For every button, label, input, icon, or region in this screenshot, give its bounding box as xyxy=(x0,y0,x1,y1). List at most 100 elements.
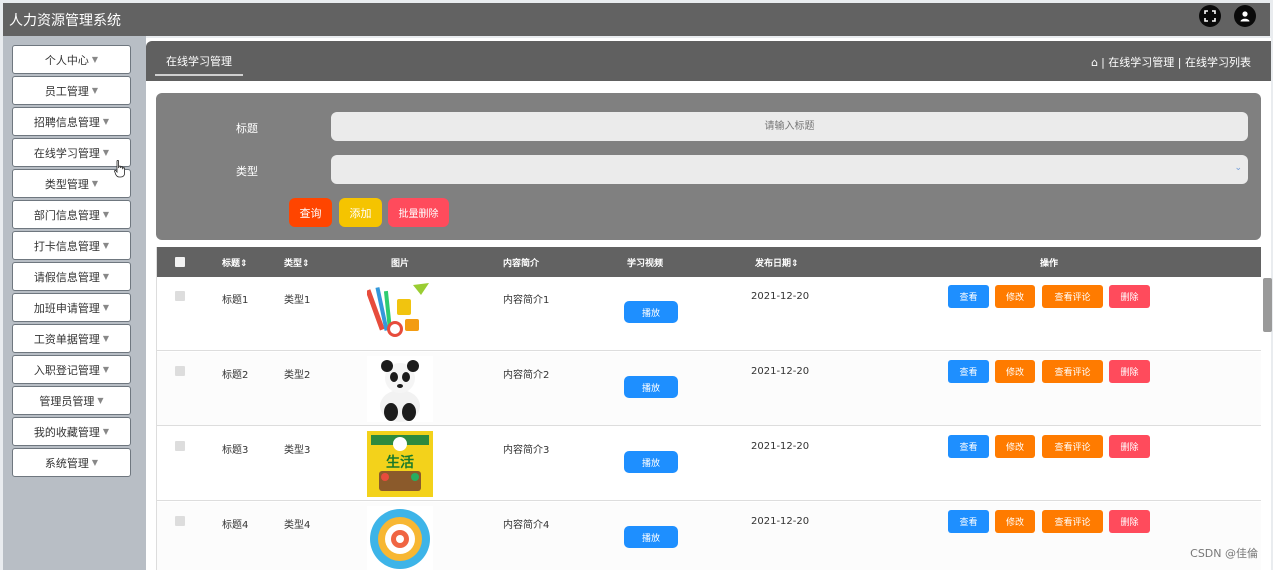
header-type[interactable]: 类型⇕ xyxy=(284,256,310,269)
view-comments-button[interactable]: 查看评论 xyxy=(1042,285,1103,308)
edit-button[interactable]: 修改 xyxy=(995,435,1035,458)
caret-down-icon: ▼ xyxy=(102,365,110,374)
row-checkbox[interactable] xyxy=(175,291,185,301)
cell-title: 标题1 xyxy=(222,295,249,306)
hand-cursor-icon xyxy=(114,160,125,178)
delete-button[interactable]: 删除 xyxy=(1109,360,1150,383)
play-button[interactable]: 播放 xyxy=(624,376,678,398)
view-button[interactable]: 查看 xyxy=(948,360,989,383)
sidebar-item-label: 部门信息管理 xyxy=(33,208,100,222)
view-comments-button[interactable]: 查看评论 xyxy=(1042,360,1103,383)
sidebar-item-departments[interactable]: 部门信息管理 ▼ xyxy=(12,200,131,229)
play-button[interactable]: 播放 xyxy=(624,301,678,323)
sidebar-item-recruitment[interactable]: 招聘信息管理 ▼ xyxy=(12,107,131,136)
add-button[interactable]: 添加 xyxy=(339,198,382,227)
sidebar-item-label: 员工管理 xyxy=(44,84,89,98)
cell-type: 类型3 xyxy=(284,445,311,456)
delete-button[interactable]: 删除 xyxy=(1109,435,1150,458)
type-label: 类型 xyxy=(236,165,258,178)
type-select[interactable]: ⌄ xyxy=(331,155,1248,184)
caret-down-icon: ▼ xyxy=(102,272,110,281)
sidebar-item-label: 管理员管理 xyxy=(39,394,95,408)
play-button[interactable]: 播放 xyxy=(624,526,678,548)
caret-down-icon: ▼ xyxy=(102,148,110,157)
main-content: 在线学习管理 ⌂ | 在线学习管理 | 在线学习列表 标题 类型 ⌄ 查询 添加… xyxy=(146,38,1271,570)
top-bar: 人力资源管理系统 xyxy=(3,3,1270,36)
panda-image xyxy=(367,356,433,422)
sidebar-item-personal-center[interactable]: 个人中心 ▼ xyxy=(12,45,131,74)
life-book-image: 生活 xyxy=(367,431,433,497)
cell-title: 标题2 xyxy=(222,370,249,381)
sidebar-item-employees[interactable]: 员工管理 ▼ xyxy=(12,76,131,105)
delete-button[interactable]: 删除 xyxy=(1109,510,1150,533)
view-button[interactable]: 查看 xyxy=(948,285,989,308)
app-window: 人力资源管理系统 个人中心 ▼ 员工管理 ▼ 招聘信息管理 ▼ 在线学习管理 ▼ 类型管… xyxy=(0,0,1273,570)
caret-down-icon: ▼ xyxy=(102,210,110,219)
sidebar-item-label: 系统管理 xyxy=(44,456,89,470)
delete-button[interactable]: 删除 xyxy=(1109,285,1150,308)
title-label: 标题 xyxy=(236,122,258,135)
sidebar-item-overtime[interactable]: 加班申请管理 ▼ xyxy=(12,293,131,322)
title-search-input[interactable] xyxy=(331,112,1248,141)
cell-summary: 内容简介2 xyxy=(503,370,550,381)
view-button[interactable]: 查看 xyxy=(948,435,989,458)
caret-down-icon: ▼ xyxy=(102,241,110,250)
header-date[interactable]: 发布日期⇕ xyxy=(755,256,799,269)
cell-type: 类型1 xyxy=(284,295,311,306)
caret-down-icon: ▼ xyxy=(102,334,110,343)
edit-button[interactable]: 修改 xyxy=(995,510,1035,533)
edit-button[interactable]: 修改 xyxy=(995,360,1035,383)
home-icon[interactable]: ⌂ xyxy=(1091,56,1098,69)
view-button[interactable]: 查看 xyxy=(948,510,989,533)
cell-date: 2021-12-20 xyxy=(751,366,810,377)
sidebar-item-leave[interactable]: 请假信息管理 ▼ xyxy=(12,262,131,291)
stationery-image xyxy=(367,281,433,347)
app-title: 人力资源管理系统 xyxy=(9,12,121,29)
sidebar-item-label: 请假信息管理 xyxy=(33,270,100,284)
query-button[interactable]: 查询 xyxy=(289,198,332,227)
sidebar-item-system[interactable]: 系统管理 ▼ xyxy=(12,448,131,477)
table-header: 标题⇕ 类型⇕ 图片 内容简介 学习视频 发布日期⇕ 操作 xyxy=(157,247,1261,277)
header-title[interactable]: 标题⇕ xyxy=(222,256,248,269)
cell-summary: 内容简介3 xyxy=(503,445,550,456)
sidebar-item-payroll[interactable]: 工资单据管理 ▼ xyxy=(12,324,131,353)
circle-chart-image xyxy=(367,506,433,570)
tab-online-learning[interactable]: 在线学习管理 xyxy=(155,48,243,76)
user-icon[interactable] xyxy=(1234,5,1256,27)
cell-summary: 内容简介4 xyxy=(503,520,550,531)
caret-down-icon: ▼ xyxy=(102,427,110,436)
sidebar-item-admins[interactable]: 管理员管理 ▼ xyxy=(12,386,131,415)
caret-down-icon: ▼ xyxy=(91,55,99,64)
cell-title: 标题3 xyxy=(222,445,249,456)
fullscreen-icon[interactable] xyxy=(1199,5,1221,27)
caret-down-icon: ▼ xyxy=(102,117,110,126)
sidebar-item-favorites[interactable]: 我的收藏管理 ▼ xyxy=(12,417,131,446)
sidebar-item-onboarding[interactable]: 入职登记管理 ▼ xyxy=(12,355,131,384)
select-all-checkbox[interactable] xyxy=(175,257,185,267)
sidebar-item-attendance[interactable]: 打卡信息管理 ▼ xyxy=(12,231,131,260)
sidebar: 个人中心 ▼ 员工管理 ▼ 招聘信息管理 ▼ 在线学习管理 ▼ 类型管理 ▼ 部门信息管理… xyxy=(3,36,146,570)
view-comments-button[interactable]: 查看评论 xyxy=(1042,510,1103,533)
row-checkbox[interactable] xyxy=(175,366,185,376)
view-comments-button[interactable]: 查看评论 xyxy=(1042,435,1103,458)
batch-delete-button[interactable]: 批量删除 xyxy=(388,198,449,227)
life-book-text: 生活 xyxy=(386,454,414,471)
edit-button[interactable]: 修改 xyxy=(995,285,1035,308)
row-checkbox[interactable] xyxy=(175,516,185,526)
vertical-scrollbar[interactable] xyxy=(1263,278,1272,332)
caret-down-icon: ▼ xyxy=(91,458,99,467)
cell-type: 类型2 xyxy=(284,370,311,381)
table-row: 标题1 类型1 内容简介1 播放 2021-12-20 查看 修改 查看评论 删… xyxy=(157,277,1261,351)
top-icons xyxy=(1199,5,1256,27)
row-checkbox[interactable] xyxy=(175,441,185,451)
sidebar-item-label: 招聘信息管理 xyxy=(33,115,100,129)
cell-title: 标题4 xyxy=(222,520,249,531)
breadcrumb: ⌂ | 在线学习管理 | 在线学习列表 xyxy=(1091,54,1251,70)
play-button[interactable]: 播放 xyxy=(624,451,678,473)
sidebar-item-label: 类型管理 xyxy=(44,177,89,191)
table-row: 标题4 类型4 内容简介4 播放 2021-12-20 查看 修改 查看评论 删… xyxy=(157,502,1261,570)
header-actions: 操作 xyxy=(1040,259,1059,269)
cell-date: 2021-12-20 xyxy=(751,291,810,302)
sidebar-item-label: 入职登记管理 xyxy=(33,363,100,377)
search-panel: 标题 类型 ⌄ 查询 添加 批量删除 xyxy=(156,93,1261,240)
